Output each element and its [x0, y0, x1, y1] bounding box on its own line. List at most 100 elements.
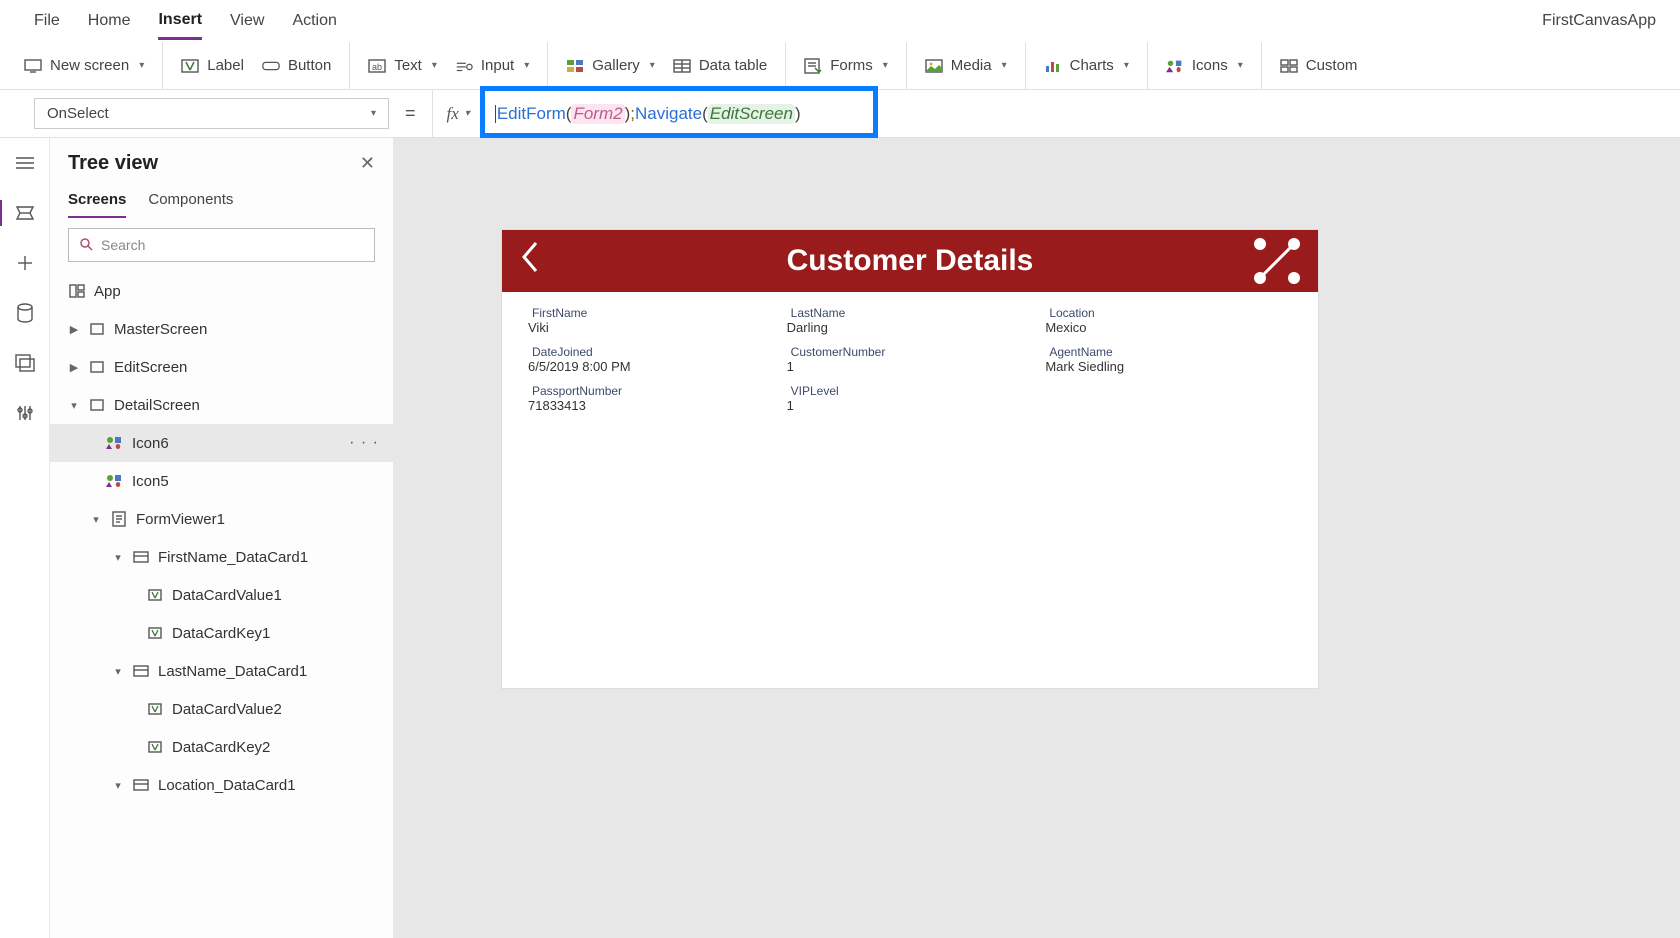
media-rail-icon[interactable]	[14, 352, 36, 374]
label-icon	[146, 738, 164, 756]
charts-button[interactable]: Charts ▾	[1044, 57, 1129, 74]
tree-node-location-card[interactable]: ▾ Location_DataCard1	[50, 766, 393, 804]
card-label-agentname: AgentName	[1045, 345, 1292, 359]
media-label: Media	[951, 57, 992, 74]
chevron-down-icon[interactable]: ▾	[112, 779, 124, 792]
tree-node-datacardkey1[interactable]: DataCardKey1	[50, 614, 393, 652]
chevron-right-icon[interactable]: ▶	[68, 323, 80, 336]
button-button[interactable]: Button	[262, 57, 331, 74]
tree-label: DataCardValue1	[172, 587, 282, 604]
fx-button[interactable]: fx▾	[432, 90, 480, 137]
tree-node-icon6[interactable]: Icon6 · · ·	[50, 424, 393, 462]
new-screen-label: New screen	[50, 57, 129, 74]
formula-input[interactable]: EditForm(Form2);Navigate(EditScreen)	[480, 90, 1680, 137]
text-button[interactable]: ab Text ▾	[368, 57, 437, 74]
tree-node-firstname-card[interactable]: ▾ FirstName_DataCard1	[50, 538, 393, 576]
custom-button[interactable]: Custom	[1280, 57, 1358, 74]
card-label-viplevel: VIPLevel	[787, 384, 1034, 398]
tree-node-editscreen[interactable]: ▶ EditScreen	[50, 348, 393, 386]
menu-home[interactable]: Home	[88, 4, 131, 38]
tree: App ▶ MasterScreen ▶ EditScreen ▾ Detail…	[50, 268, 393, 938]
chevron-right-icon[interactable]: ▶	[68, 361, 80, 374]
card-value-datejoined: 6/5/2019 8:00 PM	[528, 359, 775, 378]
tree-node-masterscreen[interactable]: ▶ MasterScreen	[50, 310, 393, 348]
ribbon-insert: New screen ▾ Label Button ab Text ▾ Inpu…	[0, 42, 1680, 90]
tree-label: LastName_DataCard1	[158, 663, 307, 680]
tree-label: MasterScreen	[114, 321, 207, 338]
new-screen-button[interactable]: New screen ▾	[24, 57, 144, 74]
menu-file[interactable]: File	[34, 4, 60, 38]
card-label-customernumber: CustomerNumber	[787, 345, 1034, 359]
input-icon	[455, 58, 473, 74]
settings-icon[interactable]	[14, 402, 36, 424]
formula-arg1: Form2	[571, 104, 624, 124]
tree-label: DetailScreen	[114, 397, 200, 414]
menu-insert[interactable]: Insert	[158, 3, 202, 40]
data-table-button[interactable]: Data table	[673, 57, 767, 74]
card-value-passportnumber: 71833413	[528, 398, 775, 417]
icons-button[interactable]: Icons ▾	[1166, 57, 1243, 74]
menu-view[interactable]: View	[230, 4, 264, 38]
forms-label: Forms	[830, 57, 873, 74]
label-button[interactable]: Label	[181, 57, 244, 74]
canvas[interactable]: Customer Details FirstNameViki LastNameD…	[394, 138, 1680, 938]
app-title: FirstCanvasApp	[1542, 12, 1656, 30]
tab-screens[interactable]: Screens	[68, 185, 126, 218]
card-label-passportnumber: PassportNumber	[528, 384, 775, 398]
tree-node-icon5[interactable]: Icon5	[50, 462, 393, 500]
add-icon[interactable]	[14, 252, 36, 274]
screen-icon	[88, 320, 106, 338]
tree-node-app[interactable]: App	[50, 272, 393, 310]
chevron-down-icon: ▾	[139, 60, 144, 71]
text-label: Text	[394, 57, 422, 74]
property-selector[interactable]: OnSelect ▾	[34, 98, 389, 129]
chevron-down-icon[interactable]: ▾	[90, 513, 102, 526]
tree-label: App	[94, 283, 121, 300]
menu-bar: File Home Insert View Action FirstCanvas…	[0, 0, 1680, 42]
text-cursor	[495, 105, 496, 123]
svg-text:ab: ab	[372, 62, 382, 72]
forms-button[interactable]: Forms ▾	[804, 57, 888, 74]
gallery-button[interactable]: Gallery ▾	[566, 57, 655, 74]
chevron-down-icon[interactable]: ▾	[112, 551, 124, 564]
form-viewer: FirstNameViki LastNameDarling LocationMe…	[502, 292, 1318, 431]
icons-label: Icons	[1192, 57, 1228, 74]
tree-node-lastname-card[interactable]: ▾ LastName_DataCard1	[50, 652, 393, 690]
tree-node-datacardvalue2[interactable]: DataCardValue2	[50, 690, 393, 728]
tree-node-datacardkey2[interactable]: DataCardKey2	[50, 728, 393, 766]
charts-icon	[1044, 58, 1062, 74]
tree-node-datacardvalue1[interactable]: DataCardValue1	[50, 576, 393, 614]
tree-node-detailscreen[interactable]: ▾ DetailScreen	[50, 386, 393, 424]
tree-label: Icon5	[132, 473, 169, 490]
card-value-agentname: Mark Siedling	[1045, 359, 1292, 378]
chevron-down-icon[interactable]: ▾	[68, 399, 80, 412]
hamburger-icon[interactable]	[14, 152, 36, 174]
search-input[interactable]: Search	[68, 228, 375, 262]
property-selected-label: OnSelect	[47, 105, 109, 122]
chevron-down-icon: ▾	[1238, 60, 1243, 71]
tree-node-formviewer[interactable]: ▾ FormViewer1	[50, 500, 393, 538]
menu-action[interactable]: Action	[292, 4, 336, 38]
data-table-label: Data table	[699, 57, 767, 74]
data-icon[interactable]	[14, 302, 36, 324]
tab-components[interactable]: Components	[148, 185, 233, 218]
card-value-location: Mexico	[1045, 320, 1292, 339]
screen-title: Customer Details	[502, 244, 1318, 278]
edit-icon-selected[interactable]	[1252, 236, 1302, 286]
card-label-location: Location	[1045, 306, 1292, 320]
chevron-down-icon[interactable]: ▾	[112, 665, 124, 678]
tree-label: DataCardKey2	[172, 739, 270, 756]
close-icon[interactable]: ✕	[360, 153, 375, 174]
tree-view-panel: Tree view ✕ Screens Components Search Ap…	[50, 138, 394, 938]
card-value-lastname: Darling	[787, 320, 1034, 339]
input-button[interactable]: Input ▾	[455, 57, 529, 74]
detail-screen-preview[interactable]: Customer Details FirstNameViki LastNameD…	[502, 230, 1318, 688]
icons-icon	[1166, 58, 1184, 74]
equals-sign: =	[389, 90, 432, 137]
gallery-label: Gallery	[592, 57, 640, 74]
label-label: Label	[207, 57, 244, 74]
media-button[interactable]: Media ▾	[925, 57, 1007, 74]
tree-view-icon[interactable]	[14, 202, 36, 224]
formula-fn1: EditForm	[497, 104, 566, 124]
left-rail	[0, 138, 50, 938]
